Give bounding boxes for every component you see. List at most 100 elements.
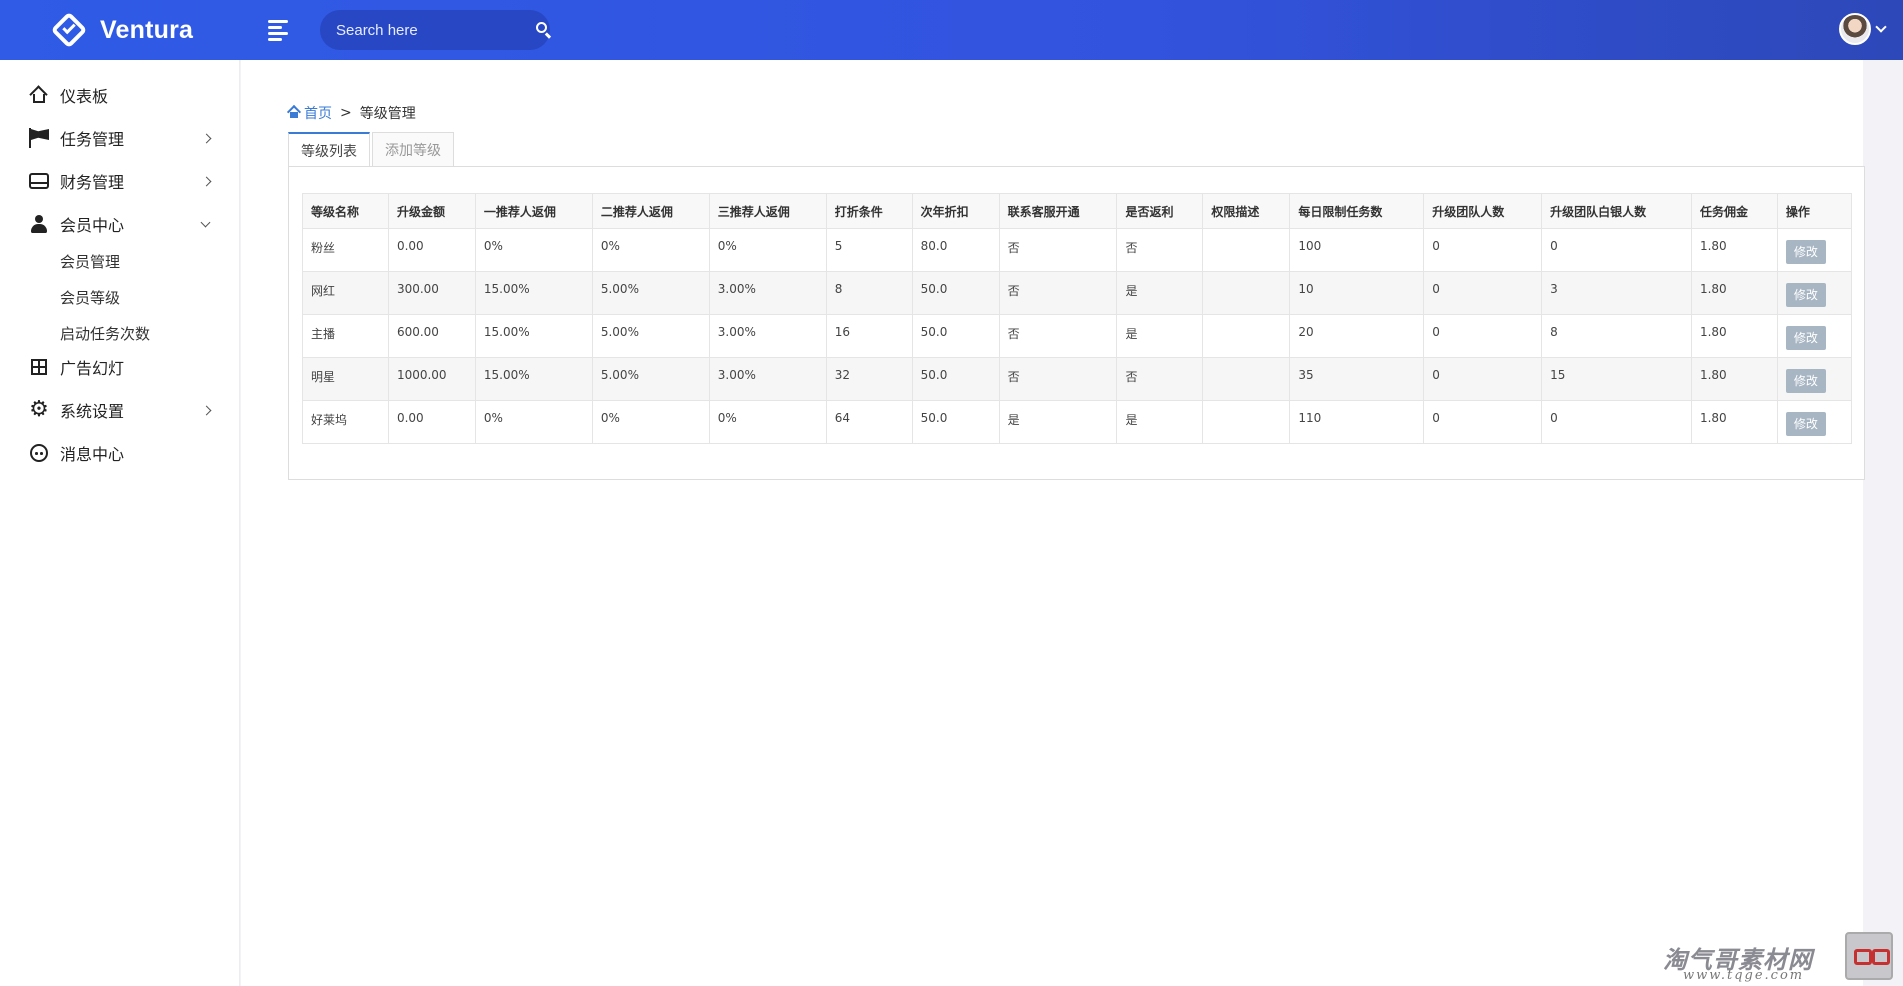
flag-icon: [28, 127, 50, 149]
table-cell: 否: [1116, 228, 1204, 272]
table-cell: 5.00%: [591, 314, 710, 358]
user-icon: [28, 213, 50, 235]
edit-button[interactable]: 修改: [1785, 412, 1826, 436]
sidebar-item-ad-slides[interactable]: 广告幻灯: [0, 350, 240, 384]
table-cell: 是: [1116, 271, 1204, 315]
tab-level-list[interactable]: 等级列表: [288, 132, 370, 167]
edit-button[interactable]: 修改: [1785, 369, 1826, 393]
sidebar-item-tasks[interactable]: 任务管理: [0, 121, 240, 155]
table-cell: 0: [1423, 271, 1543, 315]
tab-bar: 等级列表 添加等级: [288, 132, 454, 167]
search-icon[interactable]: [535, 21, 552, 39]
watermark-url: www.tqge.com: [1683, 968, 1805, 983]
table-row: 网红 300.00 15.00% 5.00% 3.00% 8 50.0 否是 10 0 3 1.80 修…: [302, 271, 1853, 315]
sidebar-item-finance[interactable]: 财务管理: [0, 164, 240, 198]
table-cell: 否: [998, 314, 1118, 358]
gear-icon: ⚙: [29, 397, 49, 422]
sidebar-item-label: 消息中心: [60, 445, 125, 464]
table-cell: 0%: [591, 228, 710, 272]
table-cell: 否: [998, 228, 1118, 272]
home-icon: [28, 84, 50, 106]
column-header: 一推荐人返佣: [474, 193, 593, 229]
table-cell: [1202, 314, 1291, 358]
chevron-down-icon[interactable]: [1875, 20, 1887, 33]
chat-icon: [28, 442, 50, 464]
search-input[interactable]: [336, 21, 535, 39]
table-cell: 粉丝: [302, 228, 389, 272]
table-cell: 1.80: [1690, 314, 1778, 358]
table-cell: 1.80: [1690, 357, 1778, 401]
brand-logo-icon: [50, 11, 88, 49]
table-cell: 50.0: [911, 400, 1000, 444]
table-cell: 0: [1423, 228, 1543, 272]
table-cell-actions: 修改: [1776, 228, 1853, 272]
table-cell: 1000.00: [387, 357, 476, 401]
breadcrumb-home[interactable]: 首页: [288, 103, 332, 123]
table-cell: 主播: [302, 314, 389, 358]
column-header: 升级团队人数: [1423, 193, 1543, 229]
brand[interactable]: Ventura: [50, 11, 194, 49]
table-cell: 1.80: [1690, 271, 1778, 315]
column-header: 次年折扣: [911, 193, 1000, 229]
table-cell: 0.00: [387, 400, 476, 444]
table-cell: 0%: [474, 228, 593, 272]
table-cell: 10: [1289, 271, 1425, 315]
table-cell: [1202, 228, 1291, 272]
table-cell: 是: [1116, 314, 1204, 358]
top-bar: Ventura: [0, 0, 1903, 60]
table-cell: 100: [1289, 228, 1425, 272]
column-header: 是否返利: [1116, 193, 1204, 229]
edit-button[interactable]: 修改: [1785, 283, 1826, 307]
sidebar-item-members[interactable]: 会员中心: [0, 207, 240, 241]
chevron-right-icon: [201, 176, 212, 186]
sidebar-item-dashboard[interactable]: 仪表板: [0, 78, 240, 112]
tab-add-level[interactable]: 添加等级: [372, 132, 454, 167]
table-cell: 网红: [302, 271, 389, 315]
sidebar-item-label: 广告幻灯: [60, 359, 125, 378]
table-row: 明星 1000.00 15.00% 5.00% 3.00% 32 50.0 否否 35 0 15 1.…: [302, 357, 1853, 401]
table-cell: 0%: [474, 400, 593, 444]
table-cell: 好莱坞: [302, 400, 389, 444]
column-header: 升级金额: [387, 193, 476, 229]
column-header: 升级团队白银人数: [1541, 193, 1692, 229]
sidebar-item-settings[interactable]: ⚙ 系统设置: [0, 393, 240, 427]
table-row: 粉丝 0.00 0% 0% 0% 5 80.0 否否 100 0 0 1.80 修改: [302, 228, 1853, 272]
table-cell: 8: [825, 271, 913, 315]
edit-button[interactable]: 修改: [1785, 326, 1826, 350]
sidebar-subitem-member-levels[interactable]: 会员等级: [60, 287, 120, 308]
table-body: 粉丝 0.00 0% 0% 0% 5 80.0 否否 100 0 0 1.80 修改 网红 300.00 15…: [302, 228, 1853, 444]
edit-button[interactable]: 修改: [1785, 240, 1826, 264]
table-cell: 0: [1541, 228, 1692, 272]
avatar[interactable]: [1839, 13, 1871, 45]
table-cell: 16: [825, 314, 913, 358]
chevron-down-icon: [200, 217, 211, 227]
table-cell: 15: [1541, 357, 1692, 401]
table-cell: 5: [825, 228, 913, 272]
sidebar-item-messages[interactable]: 消息中心: [0, 436, 240, 470]
table-cell: 35: [1289, 357, 1425, 401]
table-cell: 0%: [708, 228, 827, 272]
watermark-logo-icon: [1845, 932, 1893, 980]
column-header: 每日限制任务数: [1289, 193, 1425, 229]
table-cell: 15.00%: [474, 271, 593, 315]
user-menu[interactable]: [1839, 13, 1887, 45]
watermark: 淘气哥素材网 www.tqge.com: [1663, 926, 1903, 986]
table-cell: 50.0: [911, 271, 1000, 315]
table-cell: 0: [1541, 400, 1692, 444]
table-cell: 15.00%: [474, 357, 593, 401]
column-header: 操作: [1776, 193, 1853, 229]
breadcrumb-home-label: 首页: [304, 106, 332, 122]
sidebar-subitem-member-management[interactable]: 会员管理: [60, 251, 120, 272]
levels-table: 等级名称 升级金额 一推荐人返佣 二推荐人返佣 三推荐人返佣 打折条件 次年折扣…: [302, 193, 1853, 444]
brand-name: Ventura: [100, 15, 194, 44]
table-cell: 否: [1116, 357, 1204, 401]
sidebar-subitem-task-launch-count[interactable]: 启动任务次数: [60, 323, 150, 344]
column-header: 二推荐人返佣: [591, 193, 710, 229]
table-cell: 5.00%: [591, 271, 710, 315]
table-row: 好莱坞 0.00 0% 0% 0% 64 50.0 是是 110 0 0 1.80 修改: [302, 400, 1853, 444]
column-header: 三推荐人返佣: [708, 193, 827, 229]
breadcrumb-separator: >: [340, 105, 352, 121]
column-header: 权限描述: [1202, 193, 1291, 229]
column-header: 打折条件: [825, 193, 913, 229]
menu-toggle-icon[interactable]: [268, 20, 290, 41]
